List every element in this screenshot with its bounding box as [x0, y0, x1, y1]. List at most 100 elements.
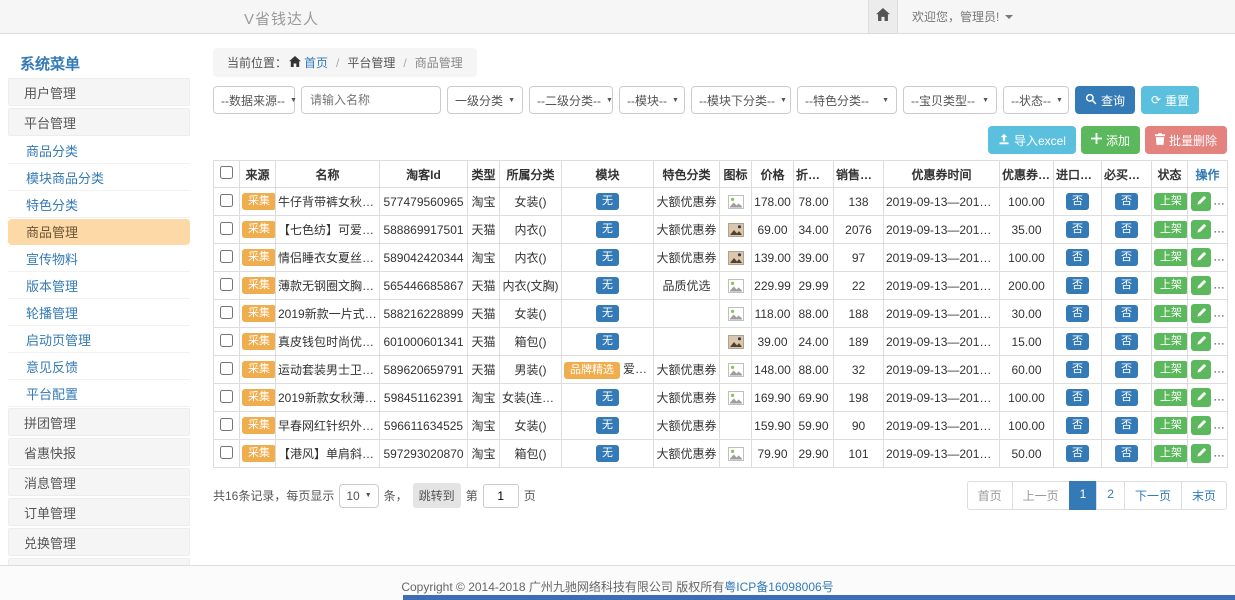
- sidebar-item-feature-category[interactable]: 特色分类: [8, 192, 190, 218]
- sidebar-item-exchange-management[interactable]: 兑换管理: [8, 528, 190, 556]
- import-select-toggle[interactable]: 否: [1066, 249, 1089, 266]
- must-buy-toggle[interactable]: 否: [1115, 277, 1138, 294]
- row-checkbox[interactable]: [220, 334, 233, 347]
- status-toggle[interactable]: 上架: [1154, 417, 1188, 434]
- sidebar-item-promo-materials[interactable]: 宣传物料: [8, 246, 190, 272]
- module-badge[interactable]: 品牌精选: [564, 362, 620, 379]
- must-buy-toggle[interactable]: 否: [1115, 417, 1138, 434]
- status-toggle[interactable]: 上架: [1154, 389, 1188, 406]
- must-buy-toggle[interactable]: 否: [1115, 389, 1138, 406]
- page-number-input[interactable]: [483, 484, 519, 508]
- user-menu[interactable]: 欢迎您，管理员!: [898, 0, 1027, 33]
- sidebar-item-platform-management[interactable]: 平台管理: [8, 108, 190, 136]
- import-select-toggle[interactable]: 否: [1066, 305, 1089, 322]
- sidebar-item-saving-express[interactable]: 省惠快报: [8, 438, 190, 466]
- must-buy-toggle[interactable]: 否: [1115, 333, 1138, 350]
- per-page-select[interactable]: 10 ▼: [339, 484, 378, 508]
- must-buy-toggle[interactable]: 否: [1115, 221, 1138, 238]
- pager-page-2[interactable]: 2: [1096, 481, 1125, 510]
- status-toggle[interactable]: 上架: [1154, 333, 1188, 350]
- row-checkbox[interactable]: [220, 250, 233, 263]
- import-select-toggle[interactable]: 否: [1066, 277, 1089, 294]
- import-select-toggle[interactable]: 否: [1066, 389, 1089, 406]
- module-badge[interactable]: 无: [596, 277, 619, 294]
- sidebar-item-carousel-management[interactable]: 轮播管理: [8, 300, 190, 326]
- level1-category-select[interactable]: 一级分类▼: [447, 86, 523, 114]
- status-toggle[interactable]: 上架: [1154, 361, 1188, 378]
- row-checkbox[interactable]: [220, 306, 233, 319]
- import-excel-button[interactable]: 导入excel: [988, 126, 1076, 154]
- row-checkbox[interactable]: [220, 390, 233, 403]
- edit-button[interactable]: [1191, 360, 1211, 379]
- import-select-toggle[interactable]: 否: [1066, 417, 1089, 434]
- module-badge[interactable]: 无: [596, 305, 619, 322]
- sidebar-item-product-category[interactable]: 商品分类: [8, 138, 190, 164]
- import-select-toggle[interactable]: 否: [1066, 445, 1089, 462]
- import-select-toggle[interactable]: 否: [1066, 221, 1089, 238]
- home-button[interactable]: [868, 0, 898, 33]
- status-toggle[interactable]: 上架: [1154, 221, 1188, 238]
- status-toggle[interactable]: 上架: [1154, 277, 1188, 294]
- sidebar-item-module-product-category[interactable]: 模块商品分类: [8, 165, 190, 191]
- sidebar-item-platform-config[interactable]: 平台配置: [8, 381, 190, 407]
- icp-link[interactable]: 粤ICP备16098006号: [724, 580, 833, 594]
- row-checkbox[interactable]: [220, 278, 233, 291]
- query-button[interactable]: 查询: [1075, 86, 1135, 114]
- edit-button[interactable]: [1191, 388, 1211, 407]
- add-button[interactable]: 添加: [1081, 126, 1140, 154]
- module-select[interactable]: --模块--▼: [619, 86, 685, 114]
- module-badge[interactable]: 无: [596, 249, 619, 266]
- row-checkbox[interactable]: [220, 446, 233, 459]
- edit-button[interactable]: [1191, 416, 1211, 435]
- status-toggle[interactable]: 上架: [1154, 193, 1188, 210]
- name-search-input[interactable]: [301, 86, 441, 114]
- module-badge[interactable]: 无: [596, 445, 619, 462]
- pager-first[interactable]: 首页: [967, 481, 1013, 510]
- batch-delete-button[interactable]: 批量删除: [1145, 126, 1227, 154]
- must-buy-toggle[interactable]: 否: [1115, 305, 1138, 322]
- module-badge[interactable]: 无: [596, 193, 619, 210]
- sidebar-item-order-management[interactable]: 订单管理: [8, 498, 190, 526]
- edit-button[interactable]: [1191, 444, 1211, 463]
- reset-button[interactable]: ⟳重置: [1141, 86, 1199, 114]
- must-buy-toggle[interactable]: 否: [1115, 445, 1138, 462]
- pager-next[interactable]: 下一页: [1124, 481, 1182, 510]
- import-select-toggle[interactable]: 否: [1066, 193, 1089, 210]
- feature-category-select[interactable]: --特色分类--▼: [797, 86, 897, 114]
- row-checkbox[interactable]: [220, 362, 233, 375]
- breadcrumb-home-link[interactable]: 首页: [289, 54, 328, 71]
- must-buy-toggle[interactable]: 否: [1115, 193, 1138, 210]
- level2-category-select[interactable]: --二级分类--▼: [529, 86, 613, 114]
- sidebar-item-user-management[interactable]: 用户管理: [8, 78, 190, 106]
- breadcrumb-section[interactable]: 平台管理: [347, 54, 395, 71]
- pager-last[interactable]: 末页: [1181, 481, 1227, 510]
- status-toggle[interactable]: 上架: [1154, 305, 1188, 322]
- edit-button[interactable]: [1191, 192, 1211, 211]
- module-badge[interactable]: 无: [596, 417, 619, 434]
- sidebar-item-feedback[interactable]: 意见反馈: [8, 354, 190, 380]
- module-badge[interactable]: 无: [596, 333, 619, 350]
- edit-button[interactable]: [1191, 332, 1211, 351]
- edit-button[interactable]: [1191, 248, 1211, 267]
- status-toggle[interactable]: 上架: [1154, 445, 1188, 462]
- must-buy-toggle[interactable]: 否: [1115, 361, 1138, 378]
- sidebar-item-statistics-management[interactable]: 统计管理: [8, 558, 190, 565]
- sidebar-item-version-management[interactable]: 版本管理: [8, 273, 190, 299]
- status-select[interactable]: --状态--▼: [1003, 86, 1069, 114]
- module-badge[interactable]: 无: [596, 221, 619, 238]
- status-toggle[interactable]: 上架: [1154, 249, 1188, 266]
- module-badge[interactable]: 无: [596, 389, 619, 406]
- sidebar-item-group-buy-management[interactable]: 拼团管理: [8, 408, 190, 436]
- sidebar-item-splash-page-management[interactable]: 启动页管理: [8, 327, 190, 353]
- row-checkbox[interactable]: [220, 194, 233, 207]
- sidebar-item-message-management[interactable]: 消息管理: [8, 468, 190, 496]
- edit-button[interactable]: [1191, 276, 1211, 295]
- sidebar-item-product-management[interactable]: 商品管理: [8, 219, 190, 245]
- row-checkbox[interactable]: [220, 418, 233, 431]
- must-buy-toggle[interactable]: 否: [1115, 249, 1138, 266]
- pager-page-1[interactable]: 1: [1069, 481, 1098, 510]
- row-checkbox[interactable]: [220, 222, 233, 235]
- jump-button[interactable]: 跳转到: [413, 483, 461, 508]
- module-subcategory-select[interactable]: --模块下分类--▼: [691, 86, 791, 114]
- item-type-select[interactable]: --宝贝类型--▼: [903, 86, 997, 114]
